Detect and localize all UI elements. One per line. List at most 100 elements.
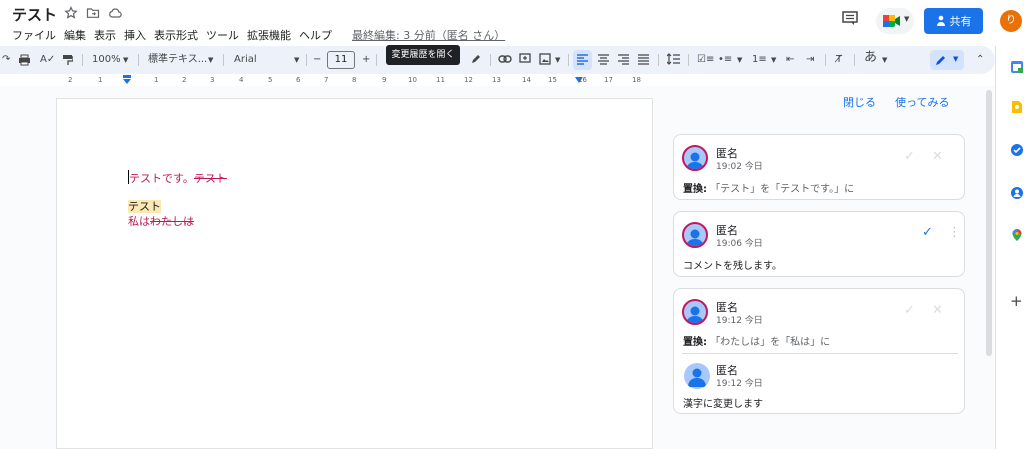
menu-file[interactable]: ファイル	[8, 27, 60, 43]
reply-avatar	[684, 363, 710, 389]
ruler-number: 7	[324, 76, 329, 84]
more-options-icon[interactable]: ⋮	[948, 225, 961, 240]
user-avatar[interactable]: り	[1000, 10, 1022, 32]
cloud-status-icon[interactable]	[108, 6, 122, 20]
align-left-button[interactable]	[573, 50, 592, 70]
paint-format-icon[interactable]	[62, 54, 73, 66]
comment-card[interactable]: 匿名 19:06 今日 ✓ ⋮ コメントを残します。	[673, 211, 965, 277]
accept-suggestion-icon[interactable]: ✓	[904, 303, 915, 318]
reject-suggestion-icon[interactable]: ✕	[932, 303, 943, 318]
insert-image-icon[interactable]	[539, 53, 551, 65]
ruler-number: 17	[604, 76, 613, 84]
print-icon[interactable]	[18, 54, 31, 66]
ruler-number: 1	[154, 76, 159, 84]
font-size-input[interactable]: 11	[327, 51, 355, 69]
ruler[interactable]: 2 1 1 2 3 4 5 6 7 8 9 10 11 12 13 14 15 …	[56, 74, 653, 86]
insert-link-icon[interactable]	[498, 54, 512, 64]
meet-icon	[883, 15, 900, 27]
style-dropdown-icon[interactable]: ▼	[208, 53, 213, 67]
ruler-number: 3	[210, 76, 215, 84]
ruler-number: 6	[296, 76, 301, 84]
ruler-number: 18	[632, 76, 641, 84]
collapse-menus-icon[interactable]: ⌃	[976, 53, 984, 67]
decrease-indent-icon[interactable]: ⇤	[786, 53, 794, 67]
suggestion-text: 「テスト」を「テストです。」に	[710, 184, 855, 195]
increase-font-size-button[interactable]: +	[362, 53, 370, 67]
toolbar-divider	[376, 54, 377, 66]
decrease-font-size-button[interactable]: −	[313, 53, 321, 67]
add-addon-icon[interactable]: +	[1010, 292, 1023, 310]
toolbar-divider	[568, 54, 569, 66]
font-select[interactable]: Arial	[234, 53, 257, 67]
avatar	[682, 222, 708, 248]
ruler-number: 13	[492, 76, 501, 84]
bulleted-list-dropdown-icon[interactable]: ▼	[737, 53, 742, 67]
ruler-number: 5	[268, 76, 273, 84]
toolbar-divider	[825, 54, 826, 66]
comment-history-icon[interactable]	[841, 10, 859, 26]
suggested-deletion: テスト	[193, 172, 227, 185]
menu-insert[interactable]: 挿入	[120, 27, 150, 43]
menu-extensions[interactable]: 拡張機能	[243, 27, 295, 43]
checklist-icon[interactable]: ☑≡	[697, 53, 714, 67]
accept-suggestion-icon[interactable]: ✓	[904, 149, 915, 164]
share-label: 共有	[949, 15, 972, 28]
ruler-number: 9	[382, 76, 387, 84]
document-page[interactable]	[56, 98, 653, 449]
clear-formatting-icon[interactable]: T̸	[836, 53, 842, 67]
font-dropdown-icon[interactable]: ▼	[294, 53, 299, 67]
menu-format[interactable]: 表示形式	[150, 27, 202, 43]
document-line-3[interactable]: 私はわたしは	[128, 213, 194, 229]
calendar-icon[interactable]	[1010, 60, 1024, 74]
scrollbar[interactable]	[986, 90, 992, 356]
align-right-icon[interactable]	[618, 54, 629, 65]
maps-icon[interactable]	[1010, 228, 1024, 242]
align-left-icon	[577, 54, 588, 65]
tasks-icon[interactable]	[1010, 143, 1024, 157]
star-icon[interactable]	[64, 6, 78, 20]
menu-view[interactable]: 表示	[90, 27, 120, 43]
move-folder-icon[interactable]	[86, 6, 100, 20]
redo-icon[interactable]: ↷	[2, 53, 10, 67]
document-line-1[interactable]: テストです。テスト	[129, 170, 227, 186]
suggestion-card[interactable]: 匿名 19:12 今日 ✓ ✕ 置換: 「わたしは」を「私は」に 匿名 19:1…	[673, 288, 965, 414]
try-it-button[interactable]: 使ってみる	[895, 94, 949, 110]
menu-tools[interactable]: ツール	[202, 27, 243, 43]
spellcheck-icon[interactable]: A✓	[40, 53, 55, 67]
avatar	[682, 299, 708, 325]
ruler-number: 11	[436, 76, 445, 84]
zoom-select[interactable]: 100%	[92, 53, 121, 67]
contacts-icon[interactable]	[1010, 186, 1024, 200]
resolve-check-icon[interactable]: ✓	[922, 225, 933, 240]
person-icon	[686, 152, 704, 169]
share-button[interactable]: 共有	[924, 8, 983, 34]
style-select[interactable]: 標準テキス...	[148, 53, 207, 67]
keep-icon[interactable]	[1010, 100, 1024, 114]
numbered-list-icon[interactable]: 1≡	[752, 53, 767, 67]
line-spacing-icon[interactable]	[667, 53, 680, 65]
input-tools-dropdown-icon[interactable]: ▼	[882, 53, 887, 67]
increase-indent-icon[interactable]: ⇥	[806, 53, 814, 67]
ruler-number: 12	[464, 76, 473, 84]
document-title[interactable]: テスト	[12, 4, 57, 25]
align-center-icon[interactable]	[598, 54, 609, 65]
numbered-list-dropdown-icon[interactable]: ▼	[771, 53, 776, 67]
align-justify-icon[interactable]	[638, 54, 649, 65]
image-dropdown-icon[interactable]: ▼	[555, 53, 560, 67]
zoom-dropdown-icon[interactable]: ▼	[123, 53, 128, 67]
document-line-2[interactable]: テスト	[128, 198, 161, 214]
lock-person-icon	[936, 15, 945, 26]
last-edit-link[interactable]: 最終編集: 3 分前（匿名 さん）	[352, 27, 505, 43]
reject-suggestion-icon[interactable]: ✕	[932, 149, 943, 164]
input-tools-button[interactable]: あ	[864, 51, 877, 65]
suggestion-card[interactable]: 匿名 19:02 今日 ✓ ✕ 置換: 「テスト」を「テストです。」に	[673, 134, 965, 200]
highlight-pen-icon[interactable]	[470, 53, 482, 65]
bulleted-list-icon[interactable]: •≡	[718, 53, 732, 67]
add-comment-icon[interactable]	[519, 53, 531, 65]
meet-button[interactable]: ▼	[876, 8, 914, 34]
indent-marker-icon[interactable]	[122, 75, 132, 84]
close-button[interactable]: 閉じる	[843, 94, 876, 110]
menu-help[interactable]: ヘルプ	[295, 27, 336, 43]
editing-mode-button[interactable]: ▼	[930, 50, 964, 70]
menu-edit[interactable]: 編集	[60, 27, 90, 43]
